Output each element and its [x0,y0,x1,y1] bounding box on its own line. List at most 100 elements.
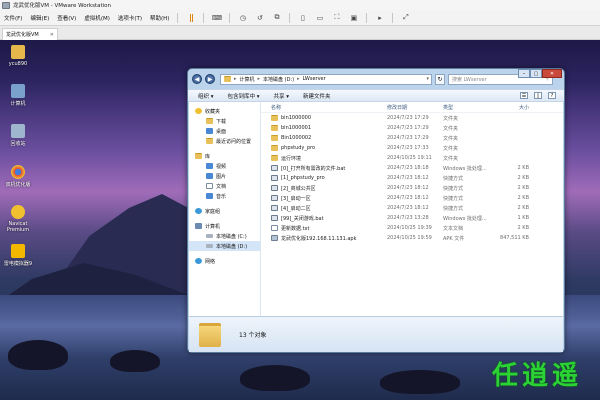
nav-item-drive-d[interactable]: 本地磁盘 (D:) [189,241,260,251]
file-row[interactable]: [0]_打开所有需改的文件.bat 2024/7/23 18:18 Windows … [261,163,563,173]
view-mode-icon[interactable]: ☰ [520,92,528,99]
address-bar[interactable]: ▸ 计算机 ▸ 本地磁盘 (D:) ▸ LWserver ▾ [220,73,432,85]
apk-file-icon [271,235,278,241]
menu-file[interactable]: 文件(F) [4,14,22,22]
nav-item-music[interactable]: 音乐 [189,191,260,201]
nav-network[interactable]: 网络 [189,256,260,266]
file-row[interactable]: 运行环境 2024/10/25 19:11 文件夹 [261,153,563,163]
desktop-icon-label: ycu890 [8,61,28,67]
desktop-icon-chrome[interactable]: 双机优化版 [2,165,34,188]
snapshot-manager-icon[interactable]: ⧉ [272,13,281,22]
column-date[interactable]: 修改日期 [387,104,443,111]
file-row[interactable]: [2]_商城公共区 2024/7/23 18:12 快捷方式 2 KB [261,183,563,193]
nav-group-favorites: 收藏夹 下载 桌面 最近访问的位置 [189,106,260,146]
nav-item-pictures[interactable]: 图片 [189,171,260,181]
nav-item-drive-c[interactable]: 本地磁盘 (C:) [189,231,260,241]
vm-tabbar: 龙武优化版VM ✕ [0,26,600,40]
desktop-icon-label: 计算机 [10,101,26,107]
file-type: 文件夹 [443,155,459,162]
file-date: 2024/10/25 19:11 [387,155,432,161]
back-icon[interactable]: ◀ [192,74,202,84]
nav-label: 桌面 [216,128,227,135]
chrome-icon [11,165,25,179]
fullscreen-icon[interactable]: ⛶ [332,13,341,22]
nav-item-videos[interactable]: 视频 [189,161,260,171]
desktop-icon-user[interactable]: ycu890 [2,45,34,67]
terminal-icon[interactable]: ▸ [375,13,384,22]
unity-icon[interactable]: ▣ [349,13,358,22]
desktop-icon-navicat[interactable]: Navicat Premium [2,205,34,233]
breadcrumb-drive-d[interactable]: 本地磁盘 (D:) [263,76,294,83]
breadcrumb-computer[interactable]: 计算机 [240,76,255,83]
folder-icon [271,135,278,141]
file-row[interactable]: 更新数据.txt 2024/10/25 19:39 文本文档 2 KB [261,223,563,233]
file-date: 2024/7/23 13:28 [387,215,429,221]
recycle-bin-icon [11,124,25,138]
recent-places-icon [206,138,213,144]
file-size: 1 KB [517,215,529,221]
menu-tabs[interactable]: 选项卡(T) [118,14,142,22]
column-size[interactable]: 大小 [487,104,529,111]
file-row[interactable]: bin1000000 2024/7/23 17:29 文件夹 [261,113,563,123]
revert-snapshot-icon[interactable]: ↺ [255,13,264,22]
file-row[interactable]: 龙武优化版192.168.11.131.apk 2024/10/25 19:59 A… [261,233,563,243]
close-tab-icon[interactable]: ✕ [50,32,54,38]
desktop-icon-recycle-bin[interactable]: 回收站 [2,124,34,147]
menu-vm[interactable]: 虚拟机(M) [84,14,110,22]
minimize-icon[interactable]: – [518,69,530,78]
toolbar-separator [366,12,368,23]
file-name-cell: phpstudy_pro [261,145,387,151]
nav-item-recent[interactable]: 最近访问的位置 [189,136,260,146]
desktop-icon-ldplayer[interactable]: 雷电模拟器9 [2,244,34,267]
wallpaper-rock [380,370,460,394]
menu-edit[interactable]: 编辑(E) [30,14,49,22]
refresh-icon[interactable]: ↻ [435,73,445,85]
console-view-icon[interactable]: ▭ [315,13,324,22]
desktop-icon-computer[interactable]: 计算机 [2,84,34,107]
organize-button[interactable]: 组织 ▾ [198,92,214,100]
new-folder-button[interactable]: 新建文件夹 [303,92,331,100]
address-dropdown-icon[interactable]: ▾ [426,76,429,82]
drive-icon [206,244,213,248]
sidebar-toggle-icon[interactable]: ▯ [298,13,307,22]
breadcrumb-lwserver[interactable]: LWserver [303,76,326,82]
nav-homegroup[interactable]: 家庭组 [189,206,260,216]
file-row[interactable]: [1]_phpstudy_pro 2024/7/23 18:12 快捷方式 2 KB [261,173,563,183]
snapshot-icon[interactable]: ◷ [238,13,247,22]
share-button[interactable]: 共享 ▾ [274,92,290,100]
nav-item-desktop[interactable]: 桌面 [189,126,260,136]
explorer-window: ◀ ▶ ▸ 计算机 ▸ 本地磁盘 (D:) ▸ LWserver ▾ ↻ 搜索 … [187,68,565,353]
nav-libraries[interactable]: 库 [189,151,260,161]
column-type[interactable]: 类型 [443,104,487,111]
file-row[interactable]: [4]_启动二区 2024/7/23 18:12 快捷方式 2 KB [261,203,563,213]
file-row[interactable]: Bin1000002 2024/7/23 17:29 文件夹 [261,133,563,143]
column-name[interactable]: 名称 [261,104,387,111]
send-keys-icon[interactable]: ⌨ [212,13,222,22]
pause-icon[interactable]: || [186,13,195,22]
menu-view[interactable]: 查看(V) [57,14,76,22]
nav-item-documents[interactable]: 文档 [189,181,260,191]
item-count: 13 个对象 [239,332,267,339]
file-row[interactable]: phpstudy_pro 2024/7/23 17:33 文件夹 [261,143,563,153]
file-name-cell: Bin1000002 [261,135,387,141]
nav-favorites[interactable]: 收藏夹 [189,106,260,116]
file-row[interactable]: [3]_启动一区 2024/7/23 18:12 快捷方式 2 KB [261,193,563,203]
document-library-icon [206,183,213,189]
stretch-icon[interactable]: ⤢ [401,13,410,22]
file-row[interactable]: [99]_关闭游戏.bat 2024/7/23 13:28 Windows 批处理.… [261,213,563,223]
window-controls: – ▢ ✕ [518,69,562,81]
menu-help[interactable]: 帮助(H) [150,14,169,22]
file-type: 文本文档 [443,225,464,232]
file-row[interactable]: bin1000001 2024/7/23 17:29 文件夹 [261,123,563,133]
include-in-library-button[interactable]: 包含到库中 ▾ [228,92,260,100]
preview-pane-icon[interactable]: ▯ [534,92,542,99]
maximize-icon[interactable]: ▢ [530,69,542,78]
forward-icon[interactable]: ▶ [205,74,215,84]
picture-library-icon [206,173,213,179]
nav-item-downloads[interactable]: 下载 [189,116,260,126]
tab-vm[interactable]: 龙武优化版VM ✕ [2,28,58,40]
nav-computer[interactable]: 计算机 [189,221,260,231]
help-icon[interactable]: ? [548,92,556,99]
watermark: 任 逍 遥 [492,355,578,392]
close-icon[interactable]: ✕ [542,69,562,78]
